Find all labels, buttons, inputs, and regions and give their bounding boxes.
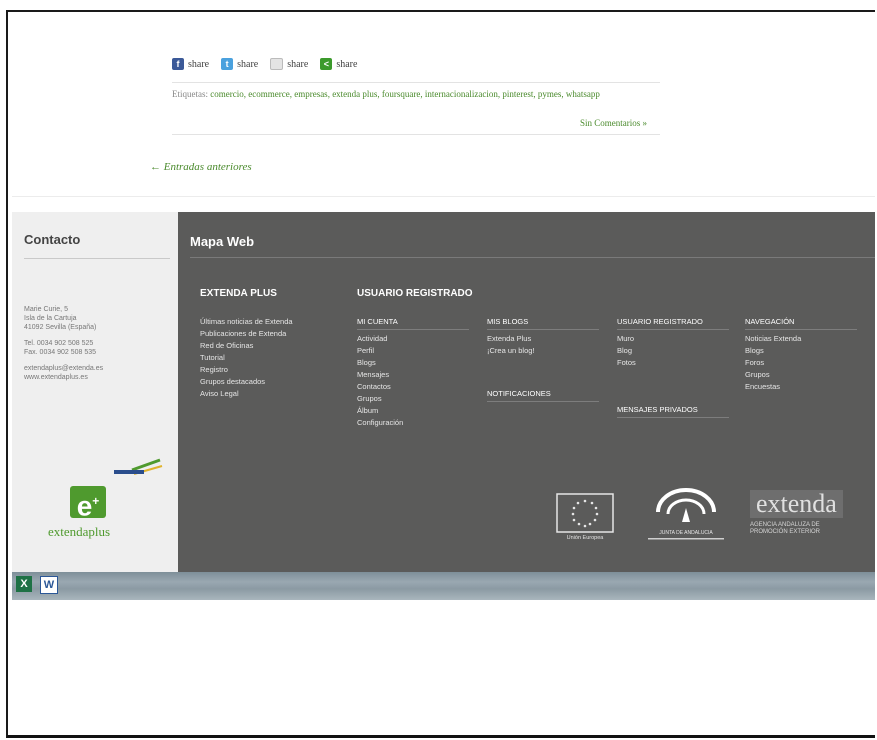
sitemap-link[interactable]: Blogs [357, 357, 469, 369]
sitemap-link[interactable]: Actividad [357, 333, 469, 345]
contact-details: Marie Curie, 5 Isla de la Cartuja 41092 … [24, 305, 103, 382]
sitemap-link[interactable]: Encuestas [745, 381, 857, 393]
tags-links[interactable]: comercio, ecommerce, empresas, extenda p… [210, 89, 600, 99]
extendaplus-logo-text: extendaplus [48, 524, 111, 539]
share-generic-button[interactable]: < share [320, 58, 357, 70]
share-bar: f share t share share < share [172, 58, 363, 70]
email-link[interactable]: extendaplus@extenda.es [24, 364, 103, 373]
divider [12, 196, 875, 197]
sitemap-link[interactable]: Registro [200, 364, 293, 376]
email-icon [270, 58, 284, 70]
column-heading[interactable]: MI CUENTA [357, 316, 469, 330]
divider [190, 257, 875, 258]
sitemap-link[interactable]: Aviso Legal [200, 388, 293, 400]
sitemap-link[interactable]: Grupos [745, 369, 857, 381]
sitemap-link[interactable]: Perfil [357, 345, 469, 357]
older-entries-link[interactable]: ← Entradas anteriores [150, 161, 252, 173]
sitemap-link[interactable]: Extenda Plus [487, 333, 599, 345]
notificaciones-column: NOTIFICACIONES [487, 388, 599, 405]
mis-blogs-column: MIS BLOGS Extenda Plus ¡Crea un blog! [487, 316, 599, 357]
fondos-europeos-logo [114, 458, 163, 475]
sitemap-link[interactable]: Grupos destacados [200, 376, 293, 388]
sitemap-link[interactable]: Noticias Extenda [745, 333, 857, 345]
share-label: share [287, 58, 309, 70]
address-line: 41092 Sevilla (España) [24, 324, 97, 331]
share-facebook-button[interactable]: f share [172, 58, 209, 70]
sitemap-link[interactable]: Grupos [357, 393, 469, 405]
column-heading[interactable]: MENSAJES PRIVADOS [617, 404, 729, 418]
sitemap-link[interactable]: Álbum [357, 405, 469, 417]
contact-title: Contacto [24, 232, 81, 247]
navegacion-column: NAVEGACIÓN Noticias Extenda Blogs Foros … [745, 316, 857, 393]
sitemap-link[interactable]: Fotos [617, 357, 729, 369]
facebook-icon: f [172, 58, 184, 70]
fax-line: Fax. 0034 902 508 535 [24, 349, 97, 356]
taskbar [12, 572, 875, 600]
extenda-subtitle: AGENCIA ANDALUZA DE PROMOCIÓN EXTERIOR [750, 522, 860, 536]
share-label: share [336, 58, 358, 70]
excel-icon[interactable]: X [16, 576, 32, 592]
sitemap-link[interactable]: Red de Oficinas [200, 340, 293, 352]
union-europea-logo[interactable]: Unión Europea [555, 492, 615, 544]
extenda-sub-line: AGENCIA ANDALUZA DE [750, 522, 820, 528]
share-twitter-button[interactable]: t share [221, 58, 258, 70]
sitemap-link[interactable]: Blogs [745, 345, 857, 357]
mi-cuenta-column: MI CUENTA Actividad Perfil Blogs Mensaje… [357, 316, 469, 429]
share-email-button[interactable]: share [270, 58, 308, 70]
divider [172, 134, 660, 135]
sitemap-link[interactable]: Publicaciones de Extenda [200, 328, 293, 340]
section-extenda-plus: EXTENDA PLUS [200, 288, 277, 299]
column-heading[interactable]: NAVEGACIÓN [745, 316, 857, 330]
sitemap-link[interactable]: Muro [617, 333, 729, 345]
sitemap-link[interactable]: Contactos [357, 381, 469, 393]
tags-prefix: Etiquetas: [172, 89, 208, 99]
comments-link[interactable]: Sin Comentarios » [580, 118, 647, 128]
sitemap-link[interactable]: Configuración [357, 417, 469, 429]
extendaplus-logo-mark: e+ [70, 486, 106, 521]
section-usuario-registrado: USUARIO REGISTRADO [357, 288, 473, 299]
address-line: Isla de la Cartuja [24, 315, 77, 322]
divider [24, 258, 170, 259]
sitemap-link[interactable]: Blog [617, 345, 729, 357]
mensajes-privados-column: MENSAJES PRIVADOS [617, 404, 729, 421]
address-line: Marie Curie, 5 [24, 306, 68, 313]
junta-andalucia-logo[interactable]: JUNTA DE ANDALUCIA [640, 488, 732, 544]
extenda-links: Últimas noticias de Extenda Publicacione… [200, 316, 293, 400]
column-heading[interactable]: MIS BLOGS [487, 316, 599, 330]
extenda-sub-line: PROMOCIÓN EXTERIOR [750, 529, 821, 535]
column-heading[interactable]: USUARIO REGISTRADO [617, 316, 729, 330]
sitemap-title: Mapa Web [190, 234, 255, 249]
sitemap-link[interactable]: Últimas noticias de Extenda [200, 316, 293, 328]
ue-label: Unión Europea [567, 535, 605, 541]
sitemap-link[interactable]: Tutorial [200, 352, 293, 364]
junta-label: JUNTA DE ANDALUCIA [659, 530, 713, 536]
usuario-registrado-column: USUARIO REGISTRADO Muro Blog Fotos [617, 316, 729, 369]
extenda-word: extenda [750, 490, 843, 518]
share-label: share [188, 58, 210, 70]
twitter-icon: t [221, 58, 234, 70]
column-heading[interactable]: NOTIFICACIONES [487, 388, 599, 402]
website-link[interactable]: www.extendaplus.es [24, 373, 103, 382]
sitemap-link[interactable]: Foros [745, 357, 857, 369]
share-icon: < [320, 58, 333, 70]
sitemap-link[interactable]: ¡Crea un blog! [487, 345, 599, 357]
divider [172, 82, 660, 83]
sitemap-link[interactable]: Mensajes [357, 369, 469, 381]
post-tags: Etiquetas: comercio, ecommerce, empresas… [172, 88, 662, 101]
word-icon[interactable]: W [40, 576, 58, 594]
phone-line: Tel. 0034 902 508 525 [24, 340, 94, 347]
extenda-agency-logo[interactable]: extenda AGENCIA ANDALUZA DE PROMOCIÓN EX… [750, 490, 860, 546]
share-label: share [237, 58, 259, 70]
